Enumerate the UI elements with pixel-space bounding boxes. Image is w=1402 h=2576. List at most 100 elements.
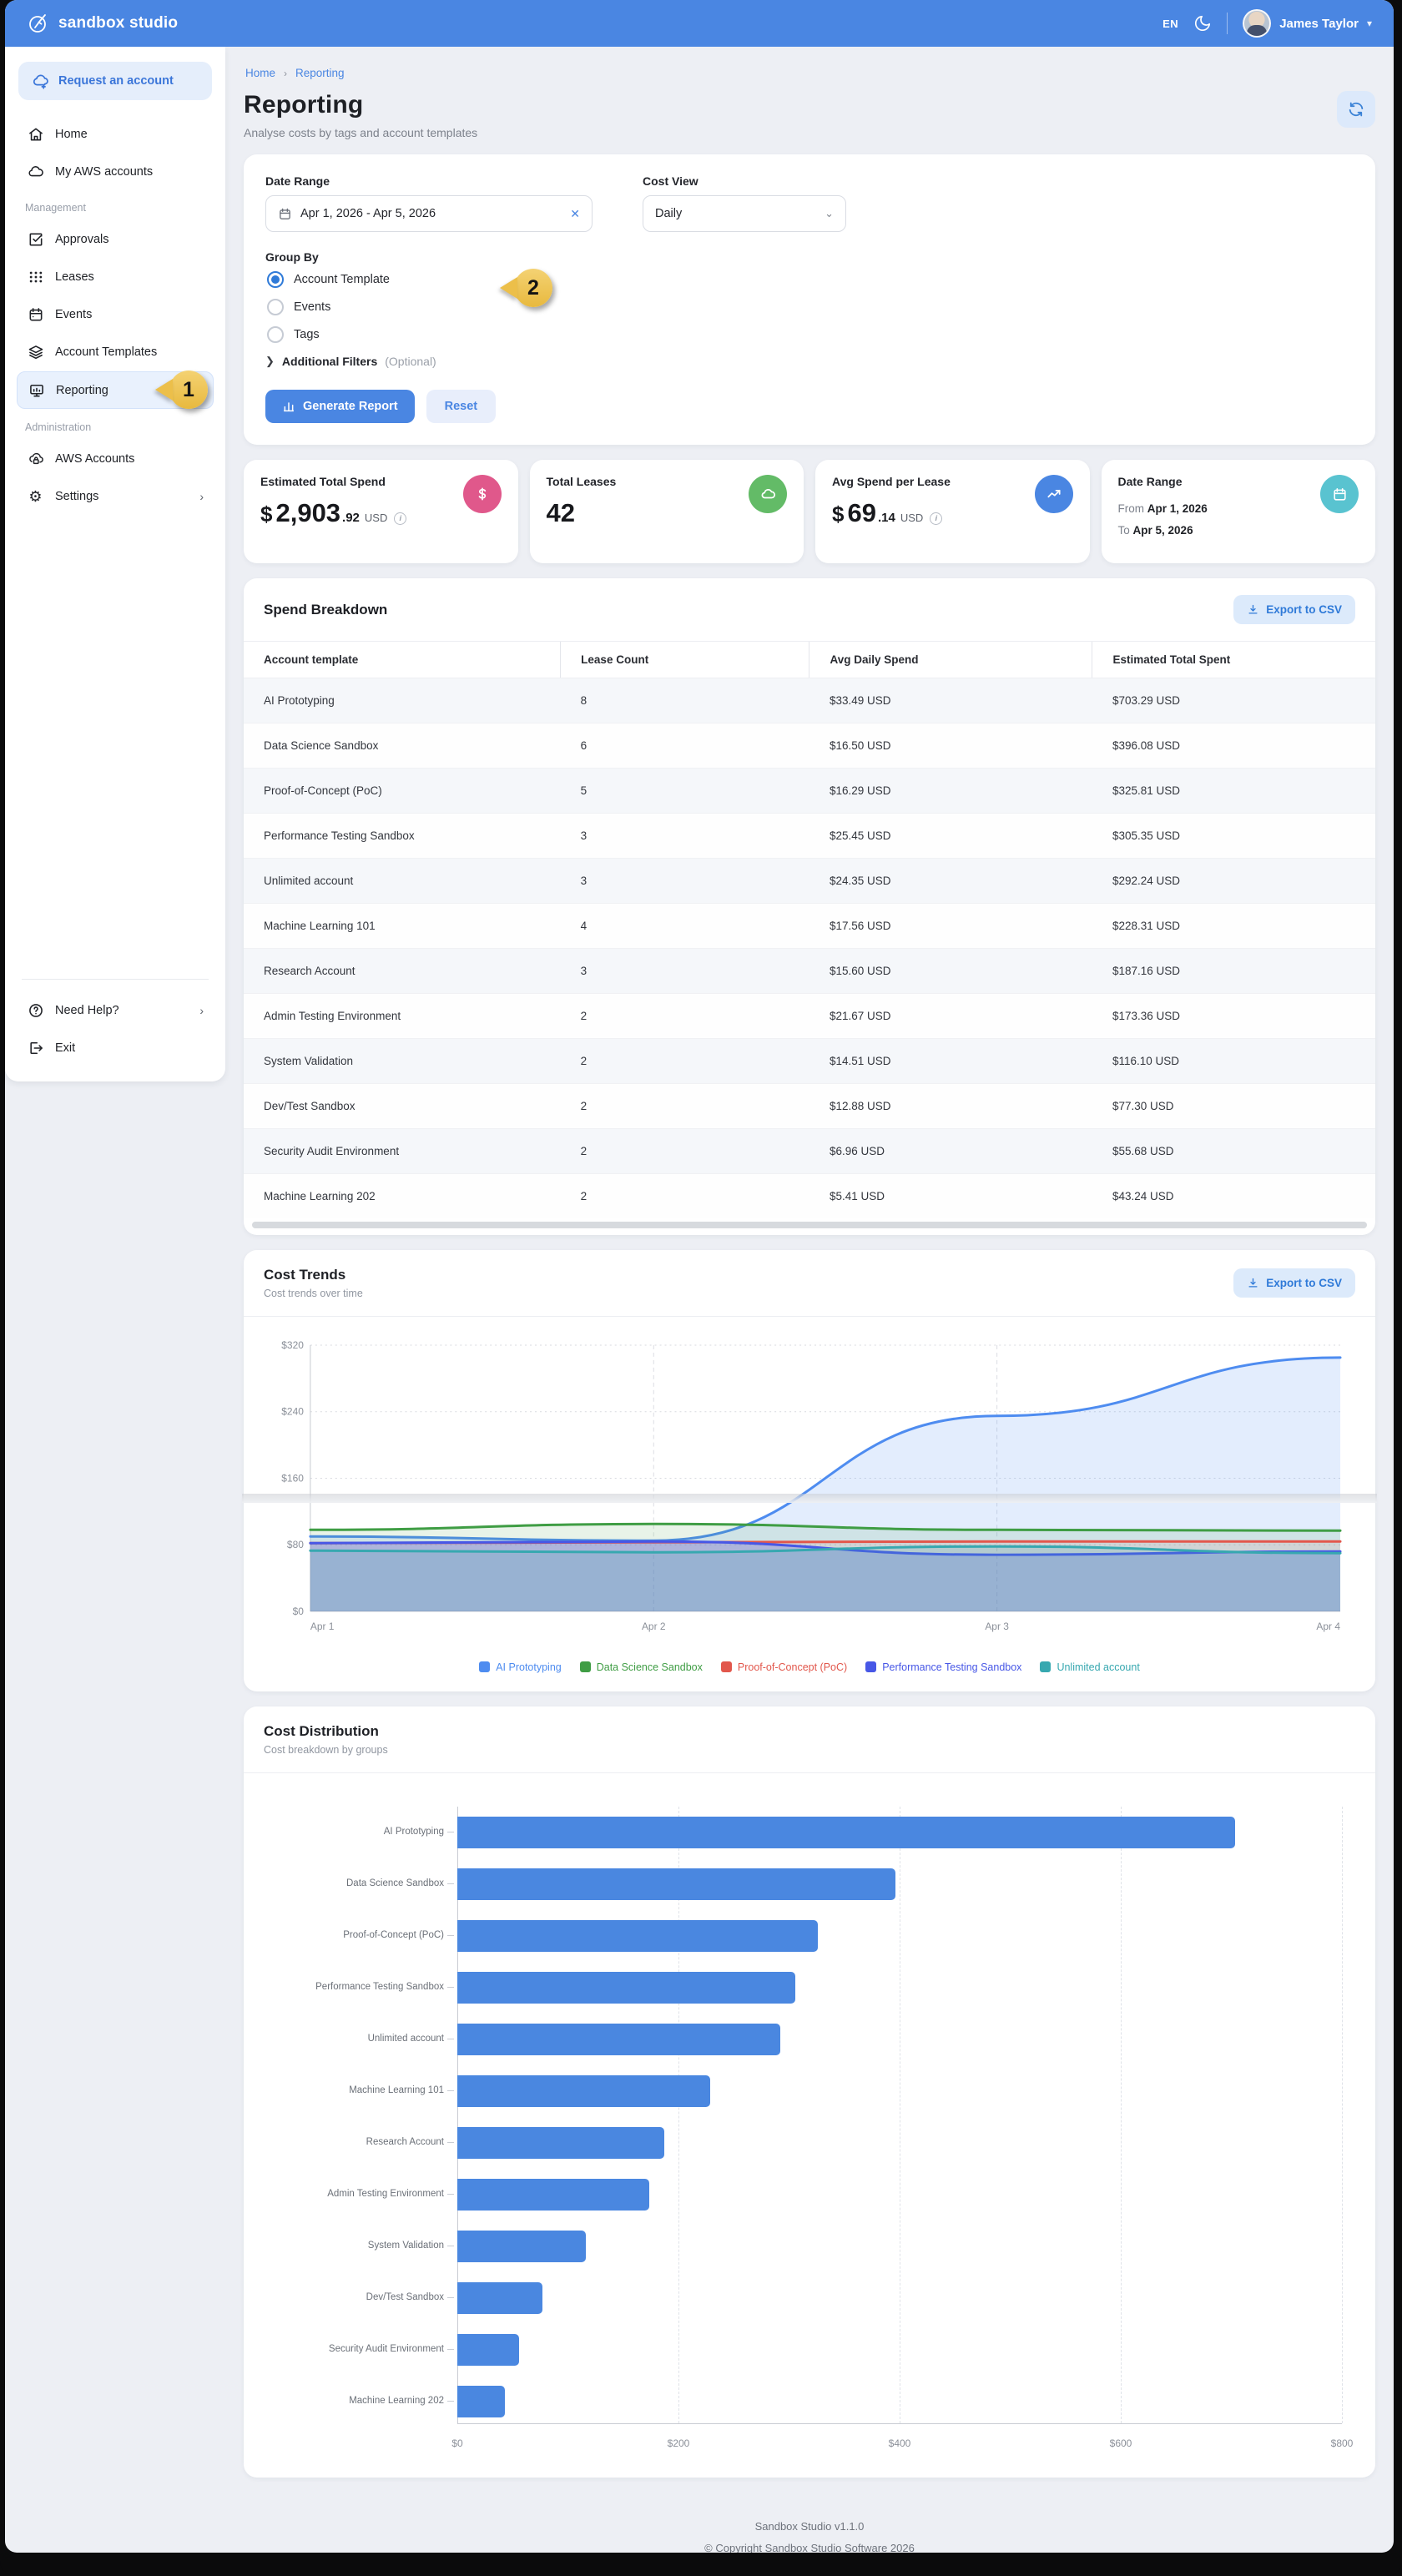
svg-text:$80: $80 bbox=[287, 1539, 304, 1550]
sidebar-item-leases[interactable]: Leases bbox=[17, 259, 214, 295]
refresh-button[interactable] bbox=[1337, 91, 1375, 128]
calendar-circle-icon bbox=[1320, 475, 1359, 513]
cost-trends-card: Cost Trends Cost trends over time Export… bbox=[244, 1250, 1375, 1691]
clear-date-icon[interactable]: ✕ bbox=[570, 207, 580, 221]
horizontal-scrollbar[interactable] bbox=[252, 1222, 1367, 1228]
column-header[interactable]: Avg Daily Spend bbox=[809, 642, 1092, 678]
sidebar-item-home[interactable]: Home bbox=[17, 116, 214, 152]
radio-account-template[interactable]: Account Template bbox=[267, 271, 1354, 288]
cost-distribution-chart[interactable]: AI Prototyping Data Science Sandbox Proo… bbox=[244, 1773, 1375, 2478]
export-csv-button[interactable]: Export to CSV bbox=[1233, 1268, 1355, 1298]
request-account-button[interactable]: Request an account bbox=[18, 62, 212, 100]
additional-filters-note: (Optional) bbox=[385, 355, 436, 368]
sidebar-item-my-aws-accounts[interactable]: My AWS accounts bbox=[17, 154, 214, 189]
cell-total: $292.24 USD bbox=[1092, 859, 1375, 904]
bar[interactable] bbox=[457, 1868, 895, 1900]
request-account-label: Request an account bbox=[58, 74, 174, 88]
sidebar-item-account-templates[interactable]: Account Templates bbox=[17, 334, 214, 370]
table-row[interactable]: Security Audit Environment2$6.96 USD$55.… bbox=[244, 1129, 1375, 1174]
chevron-right-icon: › bbox=[199, 1004, 204, 1017]
table-row[interactable]: AI Prototyping8$33.49 USD$703.29 USD bbox=[244, 678, 1375, 723]
bar[interactable] bbox=[457, 2231, 586, 2262]
cell-total: $396.08 USD bbox=[1092, 723, 1375, 769]
page-title: Reporting bbox=[244, 91, 477, 119]
currency-symbol: $ bbox=[832, 502, 844, 527]
help-circle-icon bbox=[27, 1001, 44, 1019]
table-row[interactable]: Data Science Sandbox6$16.50 USD$396.08 U… bbox=[244, 723, 1375, 769]
bar-row: System Validation bbox=[265, 2221, 1342, 2272]
cost-view-select[interactable]: Daily ⌄ bbox=[643, 195, 846, 232]
legend-label: Performance Testing Sandbox bbox=[882, 1661, 1021, 1673]
cell-total: $43.24 USD bbox=[1092, 1174, 1375, 1219]
cost-trends-subtitle: Cost trends over time bbox=[264, 1288, 363, 1299]
bar-track bbox=[457, 2386, 1342, 2417]
cost-trends-chart[interactable]: $0$80$160$240$320Apr 1Apr 2Apr 3Apr 4 bbox=[244, 1317, 1375, 1653]
brand-logo[interactable]: sandbox studio bbox=[27, 12, 178, 35]
sidebar-item-need-help[interactable]: Need Help? › bbox=[17, 992, 214, 1028]
sidebar-item-label: Settings bbox=[55, 490, 98, 503]
cell-template: Machine Learning 101 bbox=[244, 904, 561, 949]
export-csv-button[interactable]: Export to CSV bbox=[1233, 595, 1355, 624]
reset-button[interactable]: Reset bbox=[426, 390, 497, 423]
table-row[interactable]: Research Account3$15.60 USD$187.16 USD bbox=[244, 949, 1375, 994]
dark-mode-toggle-moon-icon[interactable] bbox=[1193, 14, 1212, 33]
table-row[interactable]: Performance Testing Sandbox3$25.45 USD$3… bbox=[244, 814, 1375, 859]
table-row[interactable]: Machine Learning 1014$17.56 USD$228.31 U… bbox=[244, 904, 1375, 949]
bar[interactable] bbox=[457, 2334, 519, 2366]
radio-unselected-icon bbox=[267, 326, 284, 343]
axis-tick bbox=[447, 1935, 454, 1936]
column-header[interactable]: Account template bbox=[244, 642, 561, 678]
breadcrumb-current[interactable]: Reporting bbox=[295, 67, 345, 79]
sidebar-item-events[interactable]: Events bbox=[17, 296, 214, 332]
topbar-divider bbox=[1227, 13, 1228, 34]
bar[interactable] bbox=[457, 2386, 505, 2417]
page-subtitle: Analyse costs by tags and account templa… bbox=[244, 126, 477, 139]
cell-count: 5 bbox=[561, 769, 809, 814]
breadcrumb-home[interactable]: Home bbox=[245, 67, 275, 79]
radio-tags[interactable]: Tags bbox=[267, 326, 1354, 343]
bar[interactable] bbox=[457, 1920, 818, 1952]
generate-report-button[interactable]: Generate Report bbox=[265, 390, 415, 423]
info-icon[interactable]: i bbox=[930, 512, 942, 525]
date-range-input[interactable]: Apr 1, 2026 - Apr 5, 2026 ✕ bbox=[265, 195, 593, 232]
radio-events[interactable]: Events bbox=[267, 299, 1354, 315]
info-icon[interactable]: i bbox=[394, 512, 406, 525]
export-csv-label: Export to CSV bbox=[1266, 1277, 1342, 1289]
bar[interactable] bbox=[457, 2127, 664, 2159]
language-switcher[interactable]: EN bbox=[1162, 18, 1178, 30]
table-row[interactable]: System Validation2$14.51 USD$116.10 USD bbox=[244, 1039, 1375, 1084]
sidebar-item-settings[interactable]: ⚙ Settings › bbox=[17, 478, 214, 514]
legend-item[interactable]: Unlimited account bbox=[1040, 1661, 1139, 1673]
bar[interactable] bbox=[457, 2282, 542, 2314]
chevron-right-icon: › bbox=[199, 490, 204, 503]
sidebar-item-reporting[interactable]: Reporting 1 bbox=[17, 371, 214, 409]
table-row[interactable]: Unlimited account3$24.35 USD$292.24 USD bbox=[244, 859, 1375, 904]
bar[interactable] bbox=[457, 1817, 1235, 1848]
sidebar-item-aws-accounts[interactable]: AWS Accounts bbox=[17, 441, 214, 476]
bar[interactable] bbox=[457, 2024, 780, 2055]
table-row[interactable]: Proof-of-Concept (PoC)5$16.29 USD$325.81… bbox=[244, 769, 1375, 814]
additional-filters-toggle[interactable]: ❯ Additional Filters (Optional) bbox=[265, 355, 1354, 368]
bar[interactable] bbox=[457, 2179, 649, 2211]
legend-item[interactable]: Performance Testing Sandbox bbox=[865, 1661, 1021, 1673]
legend-label: Proof-of-Concept (PoC) bbox=[738, 1661, 847, 1673]
sidebar-item-approvals[interactable]: Approvals bbox=[17, 221, 214, 257]
cell-count: 2 bbox=[561, 1174, 809, 1219]
breadcrumb-separator: › bbox=[284, 68, 287, 79]
bar[interactable] bbox=[457, 1972, 795, 2004]
legend-item[interactable]: Data Science Sandbox bbox=[580, 1661, 703, 1673]
table-row[interactable]: Machine Learning 2022$5.41 USD$43.24 USD bbox=[244, 1174, 1375, 1219]
table-row[interactable]: Dev/Test Sandbox2$12.88 USD$77.30 USD bbox=[244, 1084, 1375, 1129]
bar-row: Dev/Test Sandbox bbox=[265, 2272, 1342, 2324]
calendar-icon bbox=[278, 207, 292, 221]
column-header[interactable]: Estimated Total Spent bbox=[1092, 642, 1375, 678]
table-row[interactable]: Admin Testing Environment2$21.67 USD$173… bbox=[244, 994, 1375, 1039]
bar-track bbox=[457, 2075, 1342, 2107]
refresh-icon bbox=[1347, 100, 1365, 118]
column-header[interactable]: Lease Count bbox=[561, 642, 809, 678]
sidebar-item-exit[interactable]: Exit bbox=[17, 1030, 214, 1066]
legend-item[interactable]: AI Prototyping bbox=[479, 1661, 562, 1673]
user-menu[interactable]: James Taylor ▾ bbox=[1243, 9, 1372, 38]
bar[interactable] bbox=[457, 2075, 710, 2107]
legend-item[interactable]: Proof-of-Concept (PoC) bbox=[721, 1661, 847, 1673]
